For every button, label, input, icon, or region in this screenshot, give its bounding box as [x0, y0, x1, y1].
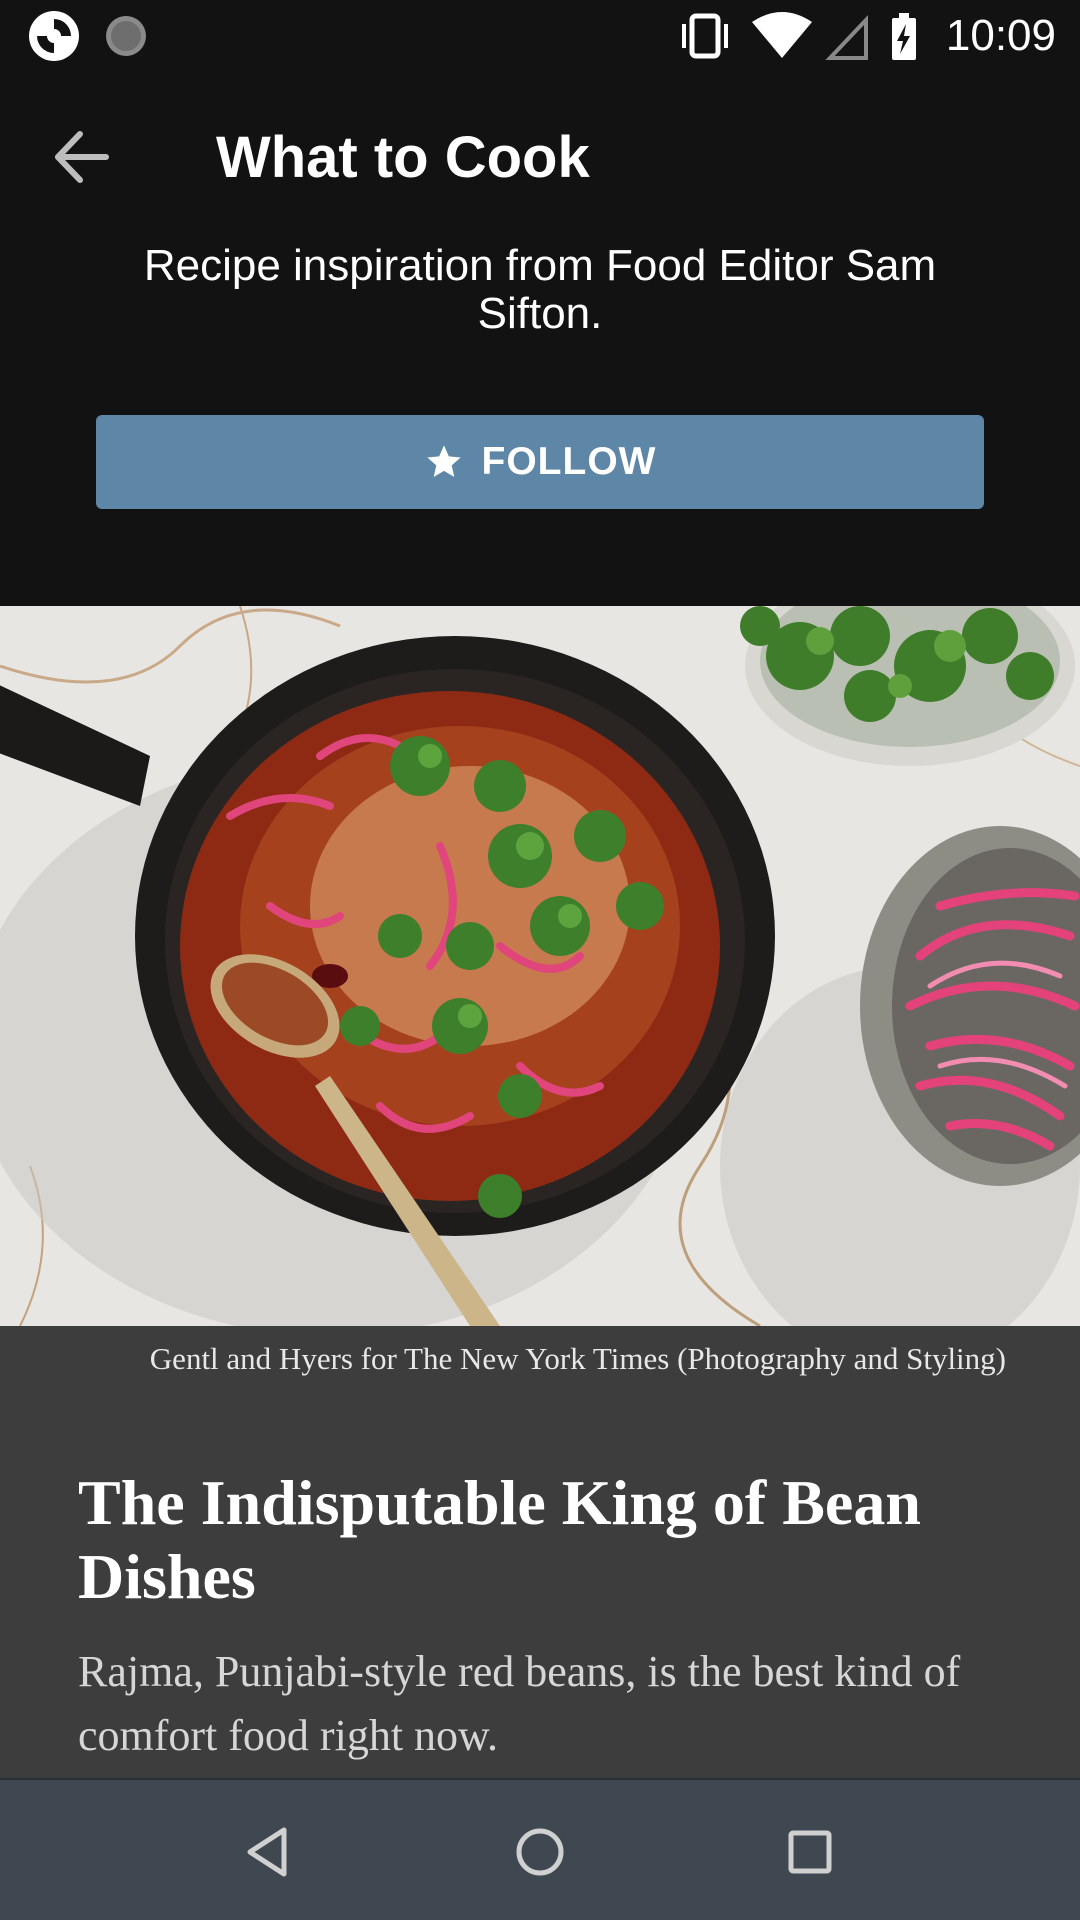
recents-nav-icon — [788, 1830, 832, 1874]
system-nav-bar — [0, 1778, 1080, 1920]
follow-button[interactable]: FOLLOW — [96, 415, 984, 509]
article-image[interactable] — [0, 606, 1080, 1326]
article-headline[interactable]: The Indisputable King of Bean Dishes — [78, 1466, 998, 1614]
recents-nav-button[interactable] — [768, 1810, 852, 1894]
camera-shutter-icon — [29, 11, 79, 61]
status-time: 10:09 — [945, 11, 1056, 60]
back-button[interactable] — [44, 122, 124, 192]
article-summary: Rajma, Punjabi-style red beans, is the b… — [78, 1647, 961, 1760]
back-nav-button[interactable] — [226, 1810, 310, 1894]
app-bar: What to Cook — [0, 72, 1080, 242]
status-right: 10:09 — [680, 0, 1056, 72]
status-left-icons — [28, 10, 178, 71]
wifi-icon — [751, 12, 812, 58]
cellular-signal-icon — [825, 14, 868, 60]
image-caption: Gentl and Hyers for The New York Times (… — [149, 1341, 1006, 1376]
page-title: What to Cook — [216, 125, 590, 190]
rajma-skillet-illustration — [0, 606, 1080, 1326]
arrow-back-icon — [55, 131, 109, 183]
battery-charging-icon — [891, 13, 916, 60]
vibrate-icon — [681, 13, 728, 59]
star-icon — [424, 442, 464, 482]
home-nav-icon — [516, 1828, 564, 1876]
loading-icon — [106, 16, 146, 56]
section-subtitle: Recipe inspiration from Food Editor Sam … — [143, 241, 937, 338]
back-nav-icon — [247, 1827, 287, 1877]
follow-label: FOLLOW — [481, 440, 657, 483]
article-card[interactable]: Gentl and Hyers for The New York Times (… — [0, 1326, 1080, 1778]
status-bar: 10:09 — [0, 0, 1080, 72]
screen: 10:09 What to Cook Recipe inspiration fr… — [0, 0, 1080, 1920]
home-nav-button[interactable] — [498, 1810, 582, 1894]
